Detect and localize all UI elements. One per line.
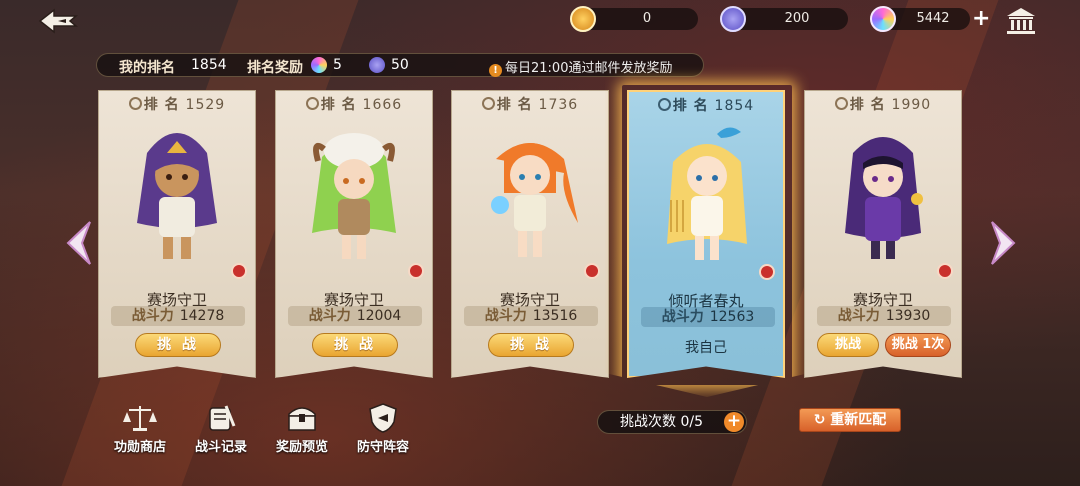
power-value: 12004	[356, 308, 402, 324]
rank-label: 排 名	[672, 98, 709, 114]
my-rank-label: 我的排名	[119, 60, 175, 76]
character-portrait	[491, 143, 578, 257]
currency-swords: 200	[720, 6, 848, 32]
currency-medal: 0	[570, 6, 698, 32]
merit-shop-label: 功勋商店	[113, 440, 166, 455]
power-row: 战斗力 12004	[288, 306, 422, 326]
rainbow-gem-icon	[311, 57, 327, 73]
rank-label: 排 名	[496, 97, 533, 113]
power-value: 12563	[709, 309, 755, 325]
rank-reward-label: 排名奖励	[247, 60, 303, 76]
reward-preview-label: 奖励预览	[275, 440, 328, 455]
rank-label: 排 名	[849, 97, 886, 113]
rank-label: 排 名	[320, 97, 357, 113]
opponent-card[interactable]: 排 名 1990 赛场守卫 战斗力 13930 挑战 挑战 1次	[804, 90, 962, 378]
challenge-button[interactable]: 挑 战	[135, 333, 221, 357]
gem-count: 5442	[916, 11, 950, 26]
refresh-icon: ↻	[813, 412, 826, 428]
reward-notice-text: 每日21:00通过邮件发放奖励	[505, 61, 673, 76]
scales-icon	[123, 406, 157, 431]
zoom-inspect-icon[interactable]	[937, 263, 953, 279]
power-label: 战斗力	[837, 308, 880, 324]
card-rank: 排 名 1666	[276, 94, 432, 114]
reward-coin-value: 50	[391, 57, 409, 73]
rank-value: 1736	[538, 97, 579, 113]
back-arrow-icon[interactable]	[36, 6, 80, 36]
reward-gem-value: 5	[333, 57, 342, 73]
rematch-label: 重新匹配	[830, 412, 887, 428]
crossed-swords-coin-icon	[369, 57, 385, 73]
zoom-inspect-icon[interactable]	[231, 263, 247, 279]
rank-badge-icon	[481, 97, 495, 110]
power-value: 13516	[532, 308, 578, 324]
self-label: 我自己	[685, 340, 727, 356]
attempts-text: 挑战次数 0/5	[620, 414, 703, 430]
power-label: 战斗力	[661, 309, 704, 325]
battle-record-label: 战斗记录	[194, 440, 247, 455]
rank-badge-icon	[305, 97, 319, 110]
battle-record-button[interactable]: 战斗记录	[186, 402, 256, 455]
add-attempts-button[interactable]: +	[724, 412, 744, 432]
rank-value: 1854	[714, 98, 755, 114]
medal-count: 0	[642, 11, 652, 26]
power-label: 战斗力	[308, 308, 351, 324]
power-row: 战斗力 12563	[641, 307, 775, 327]
card-rank: 排 名 1736	[452, 94, 608, 114]
merit-shop-button[interactable]: 功勋商店	[105, 402, 175, 455]
reward-notice: ! 每日21:00通过邮件发放奖励	[489, 57, 672, 77]
rank-info-bar: 我的排名 1854 排名奖励 5 50 ! 每日21:00通过邮件发放奖励	[96, 53, 704, 77]
rank-value: 1666	[362, 97, 403, 113]
zoom-inspect-icon[interactable]	[408, 263, 424, 279]
power-label: 战斗力	[131, 308, 174, 324]
defense-lineup-label: 防守阵容	[356, 440, 409, 455]
opponent-card[interactable]: 排 名 1666 赛场守卫 战斗力 12004 挑 战	[275, 90, 433, 378]
power-label: 战斗力	[484, 308, 527, 324]
defense-lineup-button[interactable]: 防守阵容	[348, 402, 418, 455]
my-rank-value: 1854	[191, 57, 227, 73]
bank-building-icon[interactable]	[1004, 6, 1038, 36]
rank-badge-icon	[834, 97, 848, 110]
challenge-attempts: 挑战次数 0/5 +	[597, 410, 747, 434]
power-value: 13930	[885, 308, 931, 324]
opponent-card[interactable]: 排 名 1529 赛场守卫 战斗力 14278 挑 战	[98, 90, 256, 378]
shield-icon	[369, 403, 397, 433]
power-row: 战斗力 14278	[111, 306, 245, 326]
card-rank: 排 名 1990	[805, 94, 961, 114]
rematch-button[interactable]: ↻ 重新匹配	[799, 408, 901, 432]
zoom-inspect-icon[interactable]	[759, 264, 775, 280]
rank-value: 1529	[185, 97, 226, 113]
prev-page-arrow-icon[interactable]	[60, 218, 94, 268]
power-value: 14278	[179, 308, 225, 324]
info-alert-icon: !	[489, 64, 502, 77]
challenge-button[interactable]: 挑 战	[488, 333, 574, 357]
character-portrait	[312, 133, 396, 259]
card-rank: 排 名 1529	[99, 94, 255, 114]
treasure-chest-icon	[288, 407, 316, 431]
opponent-card[interactable]: 排 名 1736 赛场守卫 战斗力 13516 挑 战	[451, 90, 609, 378]
character-portrait	[845, 137, 923, 259]
swords-coin-count: 200	[784, 11, 810, 26]
challenge-once-button[interactable]: 挑战 1次	[885, 333, 951, 357]
rank-label: 排 名	[143, 97, 180, 113]
rank-badge-icon	[128, 97, 142, 110]
currency-gem: 5442	[870, 6, 970, 32]
rank-badge-icon	[657, 98, 671, 111]
rank-value: 1990	[891, 97, 932, 113]
self-card: 排 名 1854 倾听者春丸 战斗力 12563 我自己	[627, 90, 785, 378]
card-rank: 排 名 1854	[629, 95, 783, 115]
challenge-button[interactable]: 挑战	[817, 333, 879, 357]
character-portrait	[137, 133, 217, 259]
character-portrait	[667, 127, 747, 260]
scroll-icon	[209, 405, 236, 431]
reward-preview-button[interactable]: 奖励预览	[267, 402, 337, 455]
add-gem-button[interactable]: +	[972, 8, 990, 30]
next-page-arrow-icon[interactable]	[988, 218, 1022, 268]
power-row: 战斗力 13516	[464, 306, 598, 326]
zoom-inspect-icon[interactable]	[584, 263, 600, 279]
power-row: 战斗力 13930	[817, 306, 951, 326]
challenge-button[interactable]: 挑 战	[312, 333, 398, 357]
